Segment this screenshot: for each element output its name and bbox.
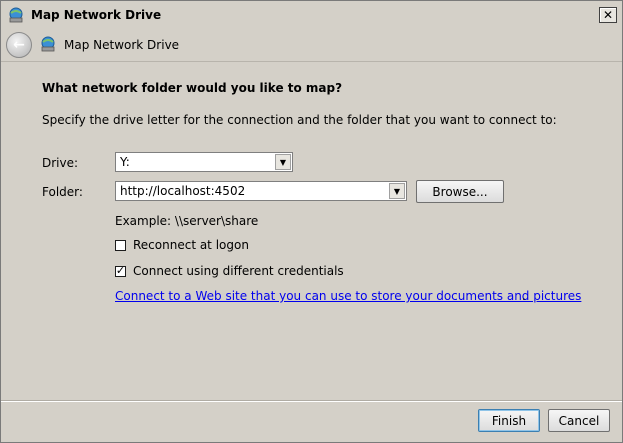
credentials-checkbox[interactable]: ✓ <box>115 264 126 277</box>
chevron-down-icon[interactable]: ▼ <box>389 183 405 199</box>
title-bar: Map Network Drive ✕ <box>1 1 622 30</box>
drive-select-value: Y: <box>120 155 130 169</box>
page-heading: What network folder would you like to ma… <box>42 81 343 95</box>
window-title: Map Network Drive <box>31 8 162 22</box>
drive-select[interactable]: Y: ▼ <box>115 152 293 172</box>
link-suffix: . <box>522 289 526 303</box>
map-network-drive-window: Map Network Drive ✕ ← Map Network Drive … <box>0 0 623 443</box>
folder-input[interactable]: http://localhost:4502 ▼ <box>115 181 407 201</box>
wizard-title: Map Network Drive <box>64 38 180 52</box>
reconnect-checkbox-row[interactable]: Reconnect at logon <box>115 238 249 252</box>
footer-divider <box>1 400 622 401</box>
credentials-checkbox-row[interactable]: ✓ Connect using different credentials <box>115 264 344 278</box>
reconnect-checkbox[interactable] <box>115 239 126 251</box>
close-button[interactable]: ✕ <box>599 7 617 23</box>
chevron-down-icon[interactable]: ▼ <box>275 154 291 170</box>
page-description: Specify the drive letter for the connect… <box>42 113 557 127</box>
back-button[interactable]: ← <box>6 32 32 58</box>
close-icon: ✕ <box>602 8 614 22</box>
cancel-button[interactable]: Cancel <box>548 409 610 432</box>
network-drive-icon <box>7 6 25 24</box>
folder-label: Folder: <box>42 185 83 199</box>
folder-example-text: Example: \\server\share <box>115 214 259 228</box>
divider <box>1 61 622 62</box>
drive-label: Drive: <box>42 156 79 170</box>
finish-button[interactable]: Finish <box>478 409 540 432</box>
reconnect-label[interactable]: Reconnect at logon <box>133 238 249 252</box>
back-arrow-icon: ← <box>13 37 25 53</box>
folder-input-value: http://localhost:4502 <box>120 184 246 198</box>
web-site-link[interactable]: Connect to a Web site that you can use t… <box>115 289 581 303</box>
browse-button[interactable]: Browse... <box>416 180 504 203</box>
checkmark-icon: ✓ <box>115 264 126 277</box>
navigation-bar: ← Map Network Drive <box>1 30 622 61</box>
network-drive-icon <box>39 35 57 53</box>
credentials-label[interactable]: Connect using different credentials <box>133 264 344 278</box>
